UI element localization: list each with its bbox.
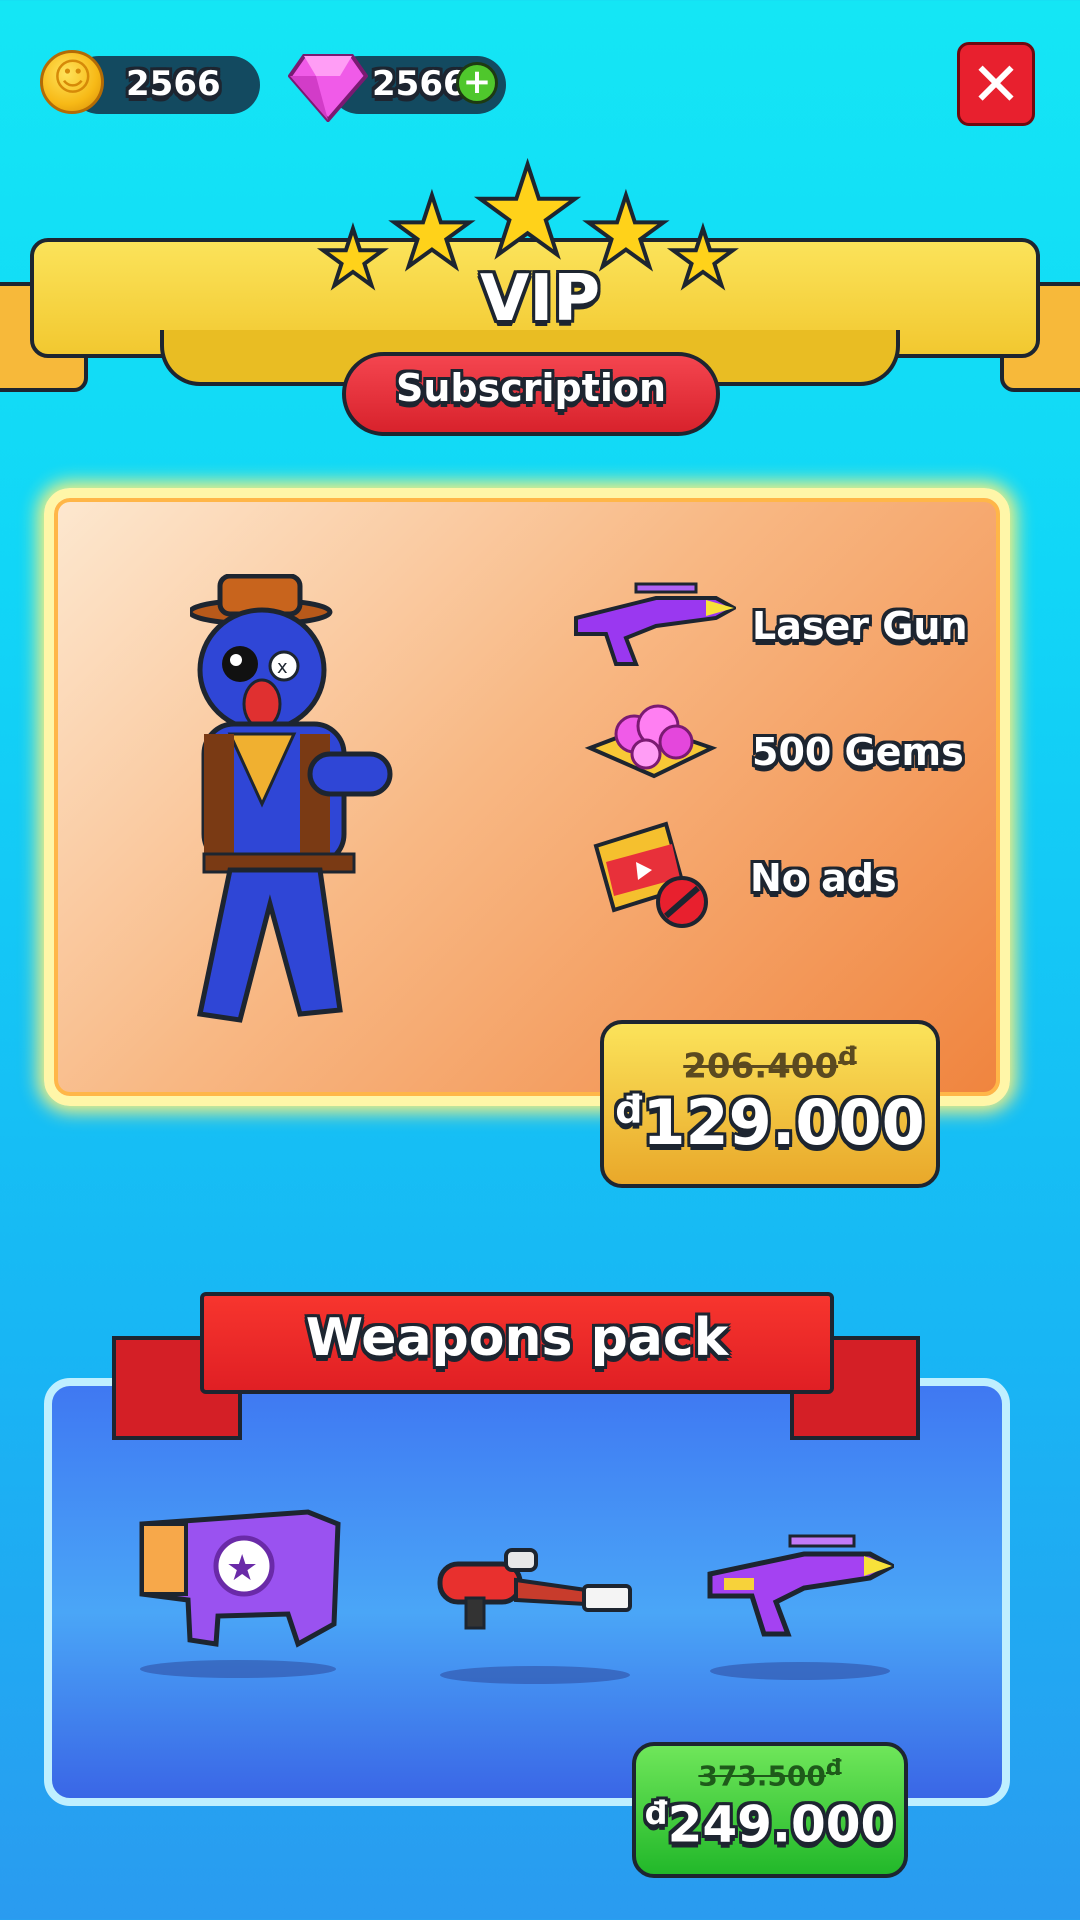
weapons-currency-symbol: đ [644,1794,668,1832]
flamethrower-weapon-icon [437,1548,632,1630]
perk-label-laser-gun: Laser Gun [752,604,968,648]
weapons-price-value: 249.000 [667,1795,896,1854]
coin-icon [40,50,104,114]
weapons-old-price-value: 373.500 [698,1759,826,1793]
vip-price-value: 129.000 [642,1086,925,1159]
no-ads-icon [593,821,708,928]
weapon-shadow [440,1666,630,1684]
gem-icon [288,54,368,122]
subscription-label: Subscription [395,366,667,410]
vip-old-currency: đ [838,1042,857,1072]
coin-amount: 2566 [126,64,221,104]
svg-text:★: ★ [226,1548,258,1589]
weapon-shadow [140,1660,336,1678]
vip-buy-button[interactable]: 206.400đ đ129.000 [600,1020,940,1188]
subscription-badge: Subscription [342,352,720,436]
vip-currency-symbol: đ [615,1087,643,1132]
weapons-pack-buy-button[interactable]: 373.500đ đ249.000 [632,1742,908,1878]
weapons-price: đ249.000 [636,1794,904,1854]
gem-amount: 2566 [372,64,467,104]
cowboy-character-image: x [190,574,393,1023]
laser-gun-icon [574,582,736,666]
weapons-pack-title: Weapons pack [305,1308,729,1368]
vip-old-price-value: 206.400 [683,1046,839,1087]
weapons-old-currency: đ [825,1756,842,1781]
weapons-old-price: 373.500đ [636,1756,904,1792]
gems-chest-icon [584,704,718,779]
vip-price: đ129.000 [604,1086,936,1159]
laser-gun-weapon-icon [707,1534,894,1637]
vip-offer-card[interactable] [44,488,1010,1106]
vip-old-price: 206.400đ [604,1042,936,1086]
perk-label-gems: 500 Gems [752,730,964,774]
launcher-weapon-icon: ★ [139,1509,341,1648]
weapon-shadow [710,1662,890,1680]
weapons-pack-ribbon: Weapons pack [200,1292,834,1394]
close-button[interactable]: ✕ [957,42,1035,126]
perk-label-no-ads: No ads [750,856,897,900]
add-gems-button[interactable]: + [456,62,498,104]
svg-text:x: x [277,657,288,678]
vip-title: VIP [479,262,601,336]
